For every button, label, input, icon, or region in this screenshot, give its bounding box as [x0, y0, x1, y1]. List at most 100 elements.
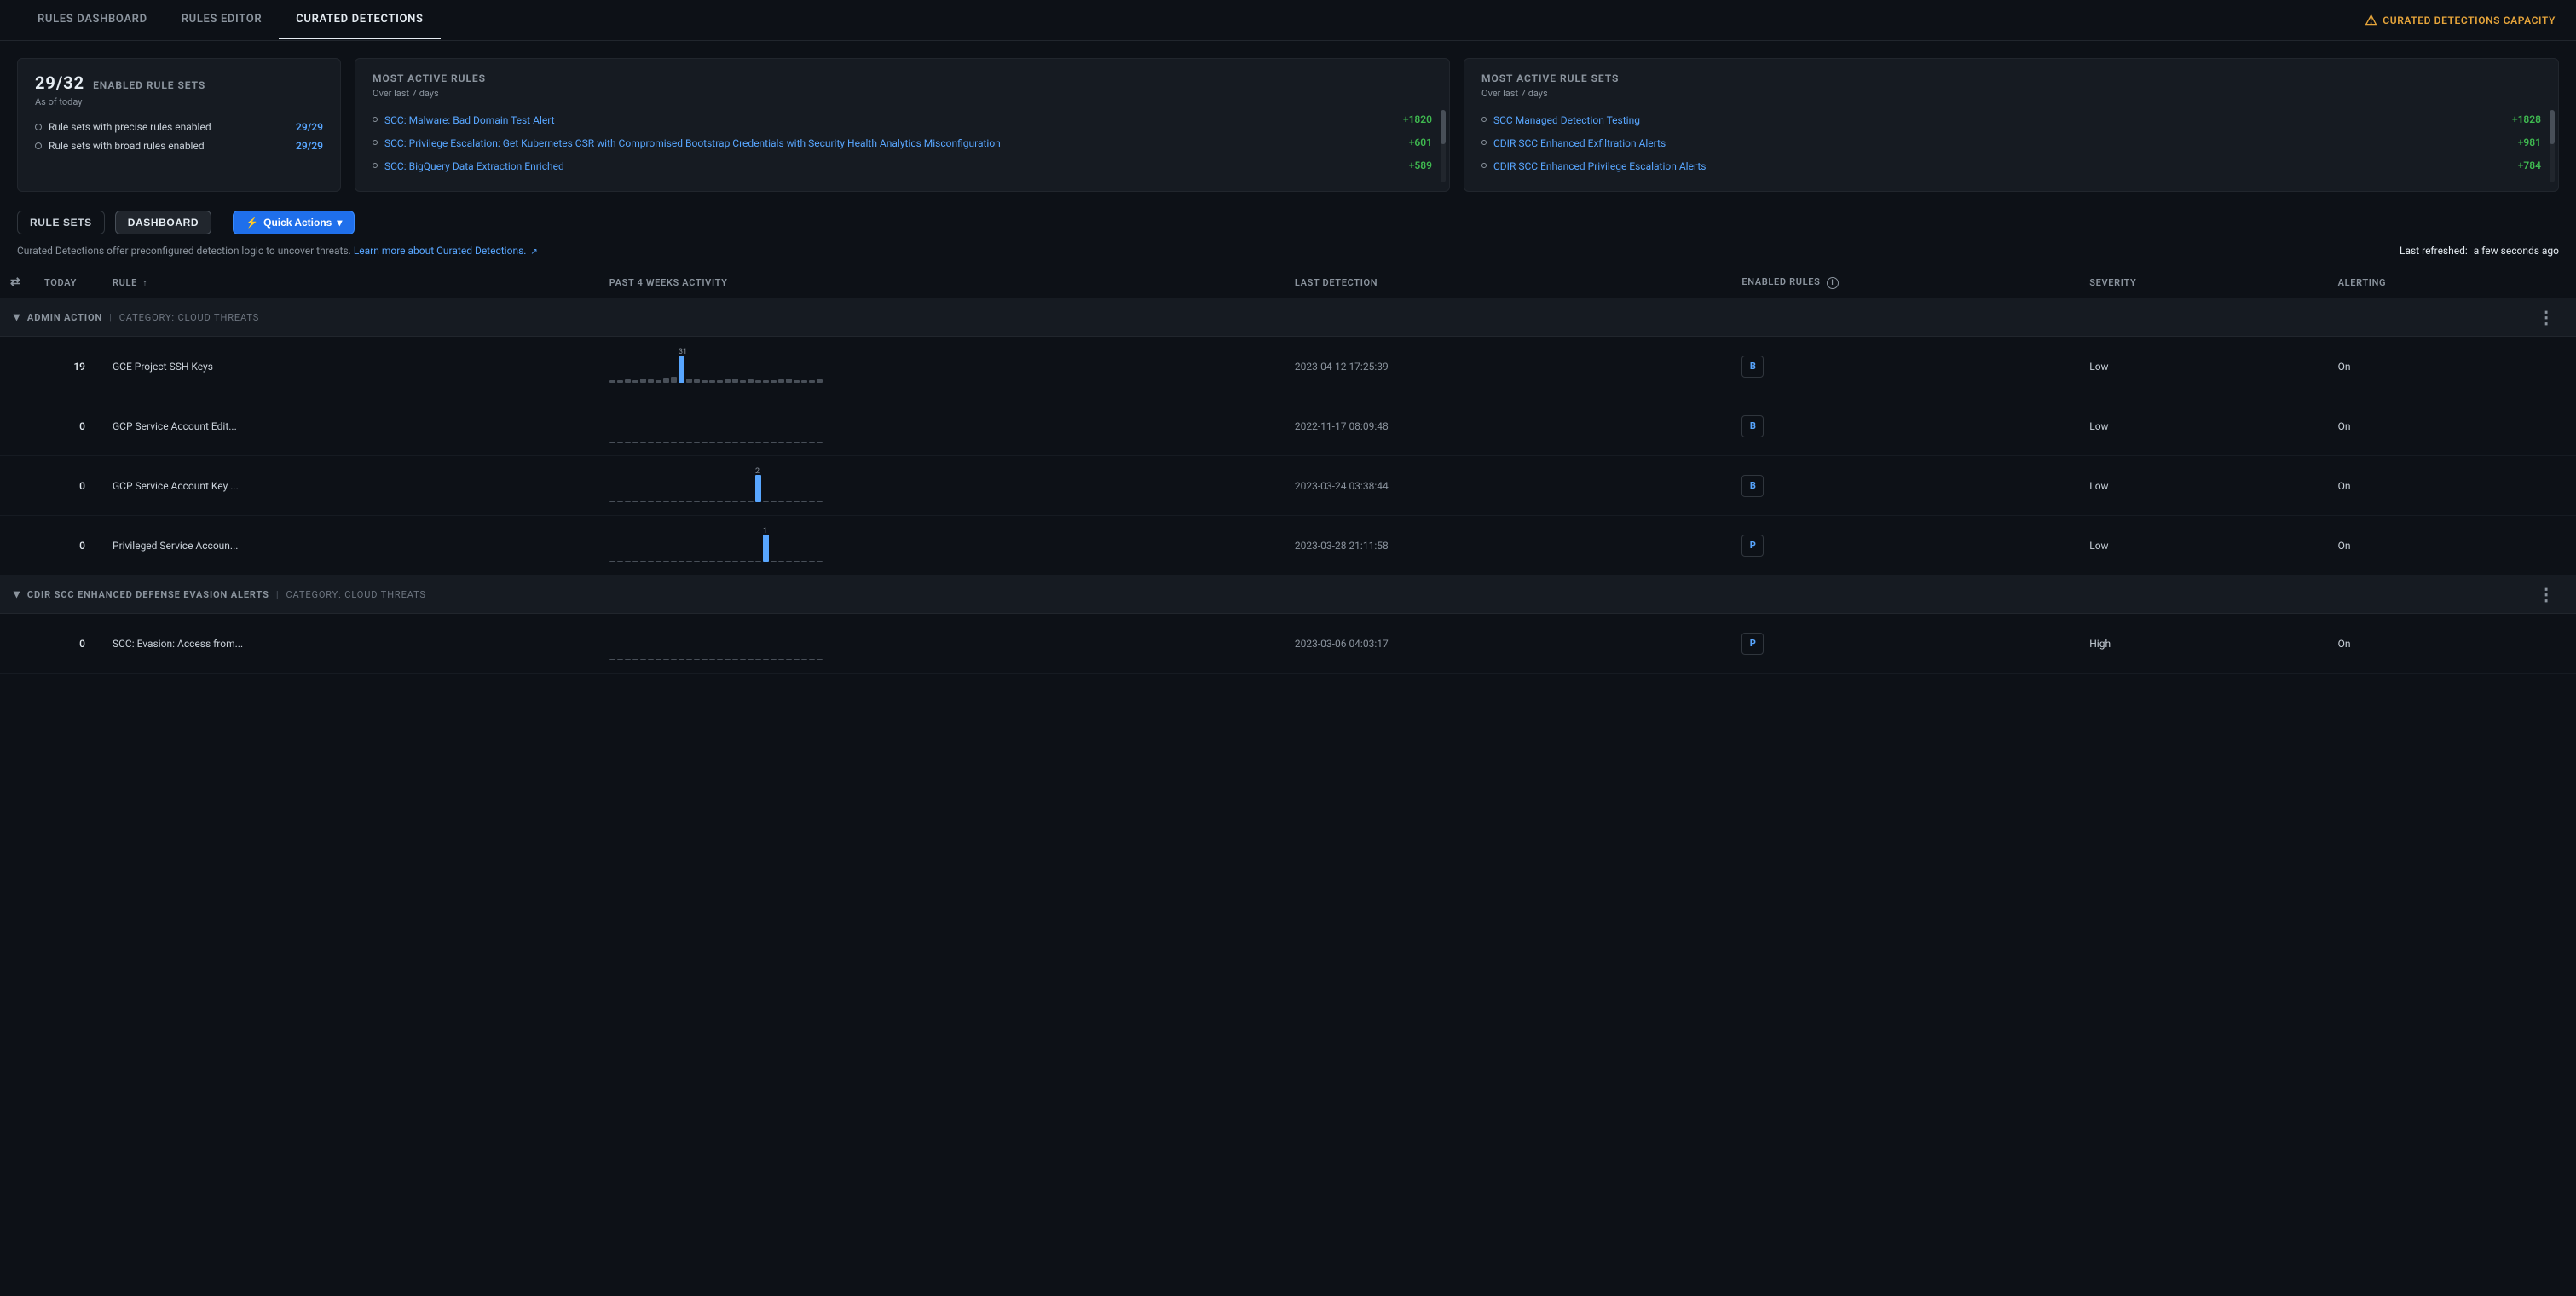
scrollbar[interactable]	[2550, 110, 2555, 182]
td-last-detection: 2023-03-06 04:03:17	[1285, 614, 1731, 674]
chevron-down-icon[interactable]: ▾	[14, 587, 20, 601]
th-alerting[interactable]: Alerting	[2328, 267, 2576, 298]
td-empty	[0, 516, 34, 576]
rule-badge: P	[1741, 633, 1764, 655]
td-alerting: On	[2328, 337, 2576, 396]
rule-link[interactable]: CDIR SCC Enhanced Exfiltration Alerts	[1493, 136, 2511, 151]
td-activity	[599, 396, 1285, 456]
dashboard-button[interactable]: Dashboard	[115, 211, 211, 234]
mini-chart	[609, 622, 824, 662]
td-today: 0	[34, 396, 102, 456]
td-enabled-rules: B	[1731, 456, 2079, 516]
last-refreshed: Last refreshed: a few seconds ago	[2400, 245, 2576, 263]
td-severity: Low	[2079, 516, 2327, 576]
chevron-down-icon[interactable]: ▾	[14, 310, 20, 324]
sort-asc-icon: ↑	[142, 279, 147, 288]
enabled-rule-sets-card: 29/32 Enabled Rule Sets As of today Rule…	[17, 58, 341, 192]
th-last-detection[interactable]: Last Detection	[1285, 267, 1731, 298]
info-icon[interactable]: i	[1827, 277, 1839, 289]
group-label: CDIR SCC Enhanced Defense Evasion Alerts	[27, 589, 269, 600]
rule-link[interactable]: SCC Managed Detection Testing	[1493, 113, 2505, 128]
list-item: SCC: Malware: Bad Domain Test Alert +182…	[373, 109, 1432, 132]
toolbar: Rule Sets Dashboard ⚡ Quick Actions ▾	[0, 200, 2576, 245]
group-more-icon[interactable]: ⋮	[2531, 307, 2562, 327]
td-last-detection: 2023-03-24 03:38:44	[1285, 456, 1731, 516]
table-row: 0 Privileged Service Accoun... 1 2023-03…	[0, 516, 2576, 576]
th-rule[interactable]: Rule ↑	[102, 267, 599, 298]
bullet-icon	[1481, 117, 1487, 122]
enabled-label: Enabled Rule Sets	[93, 79, 205, 91]
th-today[interactable]: Today	[34, 267, 102, 298]
td-severity: Low	[2079, 396, 2327, 456]
th-enabled-rules[interactable]: Enabled Rules i	[1731, 267, 2079, 298]
most-active-rule-sets-subtitle: Over last 7 days	[1481, 88, 2541, 99]
bullet-icon	[35, 124, 42, 130]
td-severity: Low	[2079, 337, 2327, 396]
td-empty	[0, 396, 34, 456]
group-separator: |	[109, 312, 113, 323]
tab-rules-editor[interactable]: Rules Editor	[165, 1, 280, 39]
list-item: Rule sets with precise rules enabled 29/…	[35, 118, 323, 136]
bullet-icon	[1481, 140, 1487, 145]
td-last-detection: 2023-03-28 21:11:58	[1285, 516, 1731, 576]
td-alerting: On	[2328, 516, 2576, 576]
rule-link[interactable]: CDIR SCC Enhanced Privilege Escalation A…	[1493, 159, 2511, 174]
rules-table-container: ⇄ Today Rule ↑ Past 4 Weeks Activity Las…	[0, 267, 2576, 674]
quick-actions-button[interactable]: ⚡ Quick Actions ▾	[233, 211, 355, 234]
list-item: SCC Managed Detection Testing +1828	[1481, 109, 2541, 132]
bullet-icon	[35, 142, 42, 149]
tab-curated-detections[interactable]: Curated Detections	[279, 1, 440, 39]
td-enabled-rules: B	[1731, 337, 2079, 396]
rule-link[interactable]: SCC: BigQuery Data Extraction Enriched	[384, 159, 1402, 174]
mini-chart: 1	[609, 524, 824, 564]
list-item: CDIR SCC Enhanced Privilege Escalation A…	[1481, 155, 2541, 178]
rules-table: ⇄ Today Rule ↑ Past 4 Weeks Activity Las…	[0, 267, 2576, 674]
td-empty	[0, 456, 34, 516]
td-last-detection: 2022-11-17 08:09:48	[1285, 396, 1731, 456]
group-separator: |	[276, 589, 280, 600]
mini-chart: 31	[609, 345, 824, 385]
th-severity[interactable]: Severity	[2079, 267, 2327, 298]
most-active-rule-sets-title: Most Active Rule Sets	[1481, 72, 2541, 84]
bullet-icon	[1481, 163, 1487, 168]
td-activity: 2	[599, 456, 1285, 516]
group-more-icon[interactable]: ⋮	[2531, 584, 2562, 605]
td-activity: 31	[599, 337, 1285, 396]
td-rule: GCP Service Account Key ...	[102, 456, 599, 516]
td-rule: GCP Service Account Edit...	[102, 396, 599, 456]
rule-badge: B	[1741, 356, 1764, 378]
table-header: ⇄ Today Rule ↑ Past 4 Weeks Activity Las…	[0, 267, 2576, 298]
td-today: 0	[34, 614, 102, 674]
most-active-rules-card: Most Active Rules Over last 7 days SCC: …	[355, 58, 1450, 192]
th-activity[interactable]: Past 4 Weeks Activity	[599, 267, 1285, 298]
capacity-warning[interactable]: ⚠ Curated Detections Capacity	[2365, 12, 2556, 28]
bullet-icon	[373, 117, 378, 122]
list-item: SCC: Privilege Escalation: Get Kubernete…	[373, 132, 1432, 155]
tab-rules-dashboard[interactable]: Rules Dashboard	[20, 1, 165, 39]
top-navigation: Rules Dashboard Rules Editor Curated Det…	[0, 0, 2576, 41]
td-rule: GCE Project SSH Keys	[102, 337, 599, 396]
svg-text:1: 1	[763, 527, 767, 535]
td-activity	[599, 614, 1285, 674]
td-rule: SCC: Evasion: Access from...	[102, 614, 599, 674]
rule-badge: P	[1741, 535, 1764, 557]
td-today: 19	[34, 337, 102, 396]
table-row: 0 GCP Service Account Key ... 2 2023-03-…	[0, 456, 2576, 516]
td-empty	[0, 614, 34, 674]
rule-link[interactable]: SCC: Malware: Bad Domain Test Alert	[384, 113, 1396, 128]
most-active-rules-title: Most Active Rules	[373, 72, 1432, 84]
rule-sets-button[interactable]: Rule Sets	[17, 211, 105, 234]
chevron-down-icon: ▾	[337, 217, 342, 229]
rule-badge: B	[1741, 415, 1764, 437]
group-row: ▾ CDIR SCC Enhanced Defense Evasion Aler…	[0, 576, 2576, 614]
rule-link[interactable]: SCC: Privilege Escalation: Get Kubernete…	[384, 136, 1402, 151]
most-active-rules-subtitle: Over last 7 days	[373, 88, 1432, 99]
info-refresh-row: Curated Detections offer preconfigured d…	[0, 245, 2576, 267]
bullet-icon	[373, 140, 378, 145]
mini-chart: 2	[609, 465, 824, 504]
group-category-label: Category: Cloud Threats	[119, 312, 259, 323]
group-label: Admin Action	[27, 312, 102, 323]
scrollbar[interactable]	[1441, 110, 1446, 182]
learn-more-link[interactable]: Learn more about Curated Detections. ↗	[354, 245, 538, 257]
collapse-all-icon[interactable]: ⇄	[10, 275, 20, 289]
